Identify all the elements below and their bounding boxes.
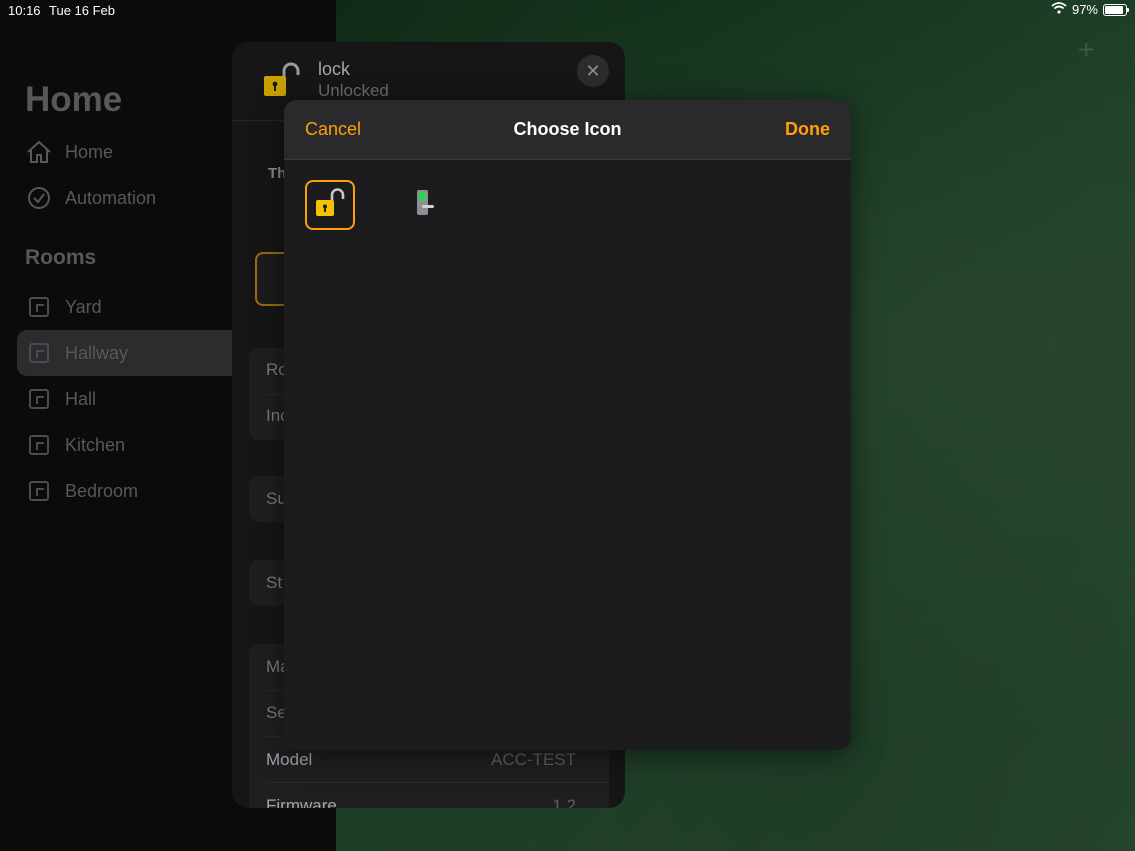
modal-title: Choose Icon [513, 119, 622, 139]
sidebar-item-bedroom[interactable]: Bedroom [25, 476, 138, 506]
sidebar-item-label: Yard [65, 296, 102, 317]
sidebar-item-hallway[interactable]: Hallway [25, 338, 128, 368]
accessory-name: lock [318, 59, 351, 79]
accessory-status: Unlocked [318, 81, 389, 100]
clock-icon [25, 184, 53, 212]
sidebar-item-label: Kitchen [65, 434, 126, 455]
room-icon [25, 431, 53, 459]
model-label: Model [266, 750, 313, 769]
house-icon [25, 138, 53, 166]
icon-option-smart-lock[interactable] [399, 180, 449, 230]
firmware-value: 1.2 [552, 796, 576, 808]
smart-lock-icon [412, 188, 436, 223]
add-icon[interactable]: + [1078, 34, 1094, 66]
rooms-section-title: Rooms [25, 246, 97, 269]
firmware-label: Firmware [266, 796, 337, 808]
status-time: 10:16 [8, 3, 41, 18]
sidebar-item-hall[interactable]: Hall [25, 384, 96, 414]
wifi-icon [1051, 2, 1067, 17]
row-label: St [266, 573, 283, 592]
sidebar-item-label: Automation [65, 187, 157, 208]
room-icon [25, 385, 53, 413]
sidebar-title: Home [25, 80, 123, 119]
room-icon [25, 477, 53, 505]
battery-icon [1103, 3, 1129, 16]
choose-icon-modal: Cancel Choose Icon Done [284, 100, 851, 750]
icon-option-padlock[interactable] [305, 180, 355, 230]
status-bar: 10:16 Tue 16 Feb 97% [0, 0, 1135, 22]
status-right: 97% [1051, 2, 1129, 17]
sidebar-item-home[interactable]: Home [25, 137, 113, 167]
room-icon [25, 339, 53, 367]
modal-nav-bar: Cancel Choose Icon Done [284, 100, 851, 160]
padlock-open-icon [314, 187, 346, 223]
padlock-open-icon [262, 62, 302, 103]
sidebar-item-automation[interactable]: Automation [25, 183, 156, 213]
sidebar-item-label: Hall [65, 388, 97, 409]
model-value: ACC-TEST [491, 750, 576, 769]
close-icon[interactable]: ✕ [577, 55, 609, 87]
sidebar-item-kitchen[interactable]: Kitchen [25, 430, 125, 460]
sidebar-item-label: Bedroom [65, 480, 139, 501]
sidebar-item-label: Home [65, 141, 114, 162]
status-date: Tue 16 Feb [49, 3, 116, 18]
done-button[interactable]: Done [785, 119, 830, 140]
sidebar-item-label: Hallway [65, 342, 129, 363]
battery-percent: 97% [1071, 2, 1098, 17]
room-icon [25, 293, 53, 321]
sidebar-item-yard[interactable]: Yard [25, 292, 102, 322]
